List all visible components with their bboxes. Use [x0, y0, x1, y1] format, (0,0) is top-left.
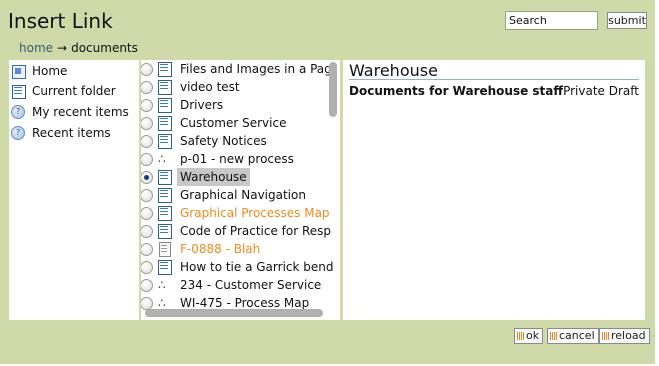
- detail-status: Private Draft: [563, 84, 639, 98]
- list-vertical-scrollbar[interactable]: [329, 62, 338, 308]
- list-item-label: Safety Notices: [180, 134, 267, 148]
- page-icon: [158, 170, 172, 185]
- radio-button[interactable]: [141, 206, 153, 220]
- insert-link-dialog: Insert Link submit home →documents Home C…: [0, 0, 655, 364]
- page-icon: [158, 62, 172, 77]
- list-item[interactable]: Drivers: [141, 96, 331, 114]
- page-icon: [158, 224, 172, 239]
- radio-button[interactable]: [141, 170, 153, 184]
- nav-item-label: My recent items: [32, 105, 129, 119]
- radio-button[interactable]: [141, 260, 153, 274]
- document-list-panel: Files and Images in a Pag video test Drive…: [141, 60, 340, 320]
- list-item-label: Drivers: [180, 98, 224, 112]
- recent-icon: ?: [11, 105, 25, 119]
- page-icon: [158, 80, 172, 95]
- page-icon: [158, 260, 172, 275]
- list-item[interactable]: How to tie a Garrick bend: [141, 258, 334, 276]
- list-item[interactable]: Graphical Processes Map: [141, 204, 331, 222]
- list-item[interactable]: F-0888 - Blah: [141, 240, 331, 258]
- cancel-label: cancel: [559, 329, 595, 342]
- list-item[interactable]: Code of Practice for Resp: [141, 222, 331, 240]
- nav-item-my-recent-items[interactable]: ? My recent items: [11, 102, 137, 122]
- horizontal-scroll-thumb[interactable]: [145, 309, 323, 317]
- list-item-label: F-0888 - Blah: [180, 242, 261, 256]
- reload-icon: [602, 332, 609, 340]
- nav-item-label: Current folder: [32, 84, 116, 98]
- radio-button[interactable]: [141, 134, 153, 148]
- radio-button[interactable]: [141, 278, 153, 292]
- radio-button[interactable]: [141, 188, 153, 202]
- breadcrumb-separator: →: [57, 41, 68, 55]
- breadcrumb-home-link[interactable]: home: [19, 41, 53, 55]
- detail-panel: Warehouse Documents for Warehouse staff …: [343, 60, 645, 320]
- detail-divider: [349, 79, 639, 80]
- cancel-icon: [550, 332, 557, 340]
- folder-page-icon: [11, 84, 26, 99]
- page-icon: [158, 206, 172, 221]
- nav-item-label: Home: [32, 64, 68, 78]
- dialog-title: Insert Link: [8, 9, 113, 33]
- radio-button[interactable]: [141, 296, 153, 310]
- left-nav-panel: Home Current folder ? My recent items ? …: [9, 60, 139, 320]
- list-item[interactable]: ∴ 234 - Customer Service: [141, 276, 331, 294]
- radio-button[interactable]: [141, 152, 153, 166]
- recent-icon: ?: [11, 126, 25, 140]
- process-map-icon: ∴: [158, 152, 166, 166]
- radio-button[interactable]: [141, 80, 153, 94]
- cancel-button[interactable]: cancel: [547, 328, 599, 344]
- search-input[interactable]: [505, 11, 598, 30]
- list-item[interactable]: Customer Service: [141, 114, 331, 132]
- page-icon: [158, 98, 172, 113]
- radio-button[interactable]: [141, 116, 153, 130]
- nav-item-recent-items[interactable]: ? Recent items: [11, 123, 137, 143]
- list-item[interactable]: Safety Notices: [141, 132, 331, 150]
- list-item[interactable]: video test: [141, 78, 331, 96]
- list-item-label: Code of Practice for Resp: [180, 224, 332, 238]
- list-item[interactable]: ∴ p-01 - new process: [141, 150, 331, 168]
- list-item-label: How to tie a Garrick bend: [180, 260, 334, 274]
- ok-label: ok: [526, 329, 540, 342]
- page-icon: [158, 134, 172, 149]
- list-item-label: Customer Service: [180, 116, 287, 130]
- radio-button[interactable]: [141, 98, 153, 112]
- submit-button[interactable]: submit: [607, 12, 647, 29]
- page-icon: [158, 188, 172, 203]
- list-item-label: 234 - Customer Service: [180, 278, 322, 292]
- list-item-label: p-01 - new process: [180, 152, 294, 166]
- nav-item-home[interactable]: Home: [11, 61, 137, 81]
- list-item[interactable]: Graphical Navigation: [141, 186, 331, 204]
- home-icon: [11, 64, 26, 79]
- list-item-label: Graphical Processes Map: [180, 206, 330, 220]
- breadcrumb-current: documents: [71, 41, 138, 55]
- reload-button[interactable]: reload: [599, 328, 650, 344]
- detail-title: Warehouse: [349, 61, 438, 80]
- list-horizontal-scrollbar[interactable]: [143, 309, 329, 318]
- list-item-label: Files and Images in a Pag: [180, 62, 332, 76]
- process-map-icon: ∴: [158, 296, 166, 310]
- radio-button[interactable]: [141, 242, 153, 256]
- reload-label: reload: [611, 329, 646, 342]
- nav-item-current-folder[interactable]: Current folder: [11, 81, 137, 101]
- process-map-icon: ∴: [158, 278, 166, 292]
- radio-button[interactable]: [141, 224, 153, 238]
- detail-description: Documents for Warehouse staff: [349, 84, 564, 98]
- breadcrumb: home → documents: [19, 41, 138, 55]
- vertical-scroll-thumb[interactable]: [329, 62, 337, 117]
- list-item[interactable]: Warehouse: [141, 168, 331, 186]
- ok-button[interactable]: ok: [514, 328, 544, 344]
- list-item-label: Warehouse: [177, 168, 250, 186]
- page-icon: [158, 116, 172, 131]
- radio-button[interactable]: [141, 62, 153, 76]
- list-item-label: Graphical Navigation: [180, 188, 306, 202]
- file-icon: [158, 242, 171, 257]
- list-item-label: video test: [180, 80, 240, 94]
- ok-icon: [517, 332, 524, 340]
- nav-item-label: Recent items: [32, 126, 111, 140]
- list-item[interactable]: Files and Images in a Pag: [141, 60, 332, 78]
